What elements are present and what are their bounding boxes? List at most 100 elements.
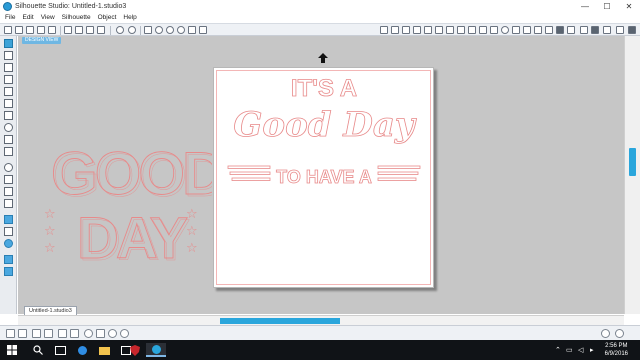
globe-icon[interactable]: [4, 239, 13, 248]
sketch-icon[interactable]: [523, 26, 531, 34]
freehand-tool-icon[interactable]: [4, 135, 13, 144]
redo-icon[interactable]: [128, 26, 136, 34]
send-to-back-icon[interactable]: [96, 329, 105, 338]
pan-hand-icon[interactable]: [144, 26, 152, 34]
rectangle-tool-icon[interactable]: [4, 111, 13, 120]
release-compound-path-icon[interactable]: [70, 329, 79, 338]
search-icon[interactable]: [28, 343, 48, 357]
line-tool-icon[interactable]: [4, 63, 13, 72]
file-explorer-icon[interactable]: [94, 343, 114, 357]
bring-to-front-icon[interactable]: [84, 329, 93, 338]
new-document-icon[interactable]: [4, 26, 12, 34]
knife-tool-icon[interactable]: [4, 187, 13, 196]
select-tool-icon[interactable]: [4, 39, 13, 48]
cut-icon[interactable]: [64, 26, 72, 34]
edit-points-icon[interactable]: [4, 51, 13, 60]
antivirus-shield-icon[interactable]: [125, 343, 145, 357]
zoom-out-icon[interactable]: [166, 26, 174, 34]
select-all-icon[interactable]: [6, 329, 15, 338]
design-view-tab[interactable]: DESIGN VIEW: [22, 37, 62, 44]
cut-settings-icon[interactable]: [603, 26, 611, 34]
layer-panel-icon[interactable]: [4, 267, 13, 276]
weld-icon[interactable]: [108, 329, 117, 338]
text-style-icon[interactable]: [457, 26, 465, 34]
arc-tool-icon[interactable]: [4, 99, 13, 108]
grid-icon[interactable]: [391, 26, 399, 34]
flag-icon[interactable]: ▸: [590, 346, 594, 354]
menu-object[interactable]: Object: [98, 14, 117, 21]
trace-icon[interactable]: [512, 26, 520, 34]
polygon-tool-icon[interactable]: [4, 75, 13, 84]
deselect-icon[interactable]: [18, 329, 27, 338]
mail-icon[interactable]: [4, 227, 13, 236]
curve-tool-icon[interactable]: [4, 87, 13, 96]
tray-chevron-icon[interactable]: ⌃: [555, 346, 561, 354]
page-artwork[interactable]: IT'S A Good Day TO HAVE A: [214, 68, 435, 289]
knife-icon[interactable]: [534, 26, 542, 34]
vertical-scroll-thumb[interactable]: [629, 148, 636, 176]
smooth-freehand-icon[interactable]: [4, 147, 13, 156]
close-button[interactable]: ✕: [618, 0, 640, 12]
menu-view[interactable]: View: [41, 14, 55, 21]
replicate-icon[interactable]: [479, 26, 487, 34]
make-compound-path-icon[interactable]: [58, 329, 67, 338]
menu-edit[interactable]: Edit: [22, 14, 33, 21]
windows-start-icon[interactable]: [4, 343, 20, 357]
open-folder-icon[interactable]: [15, 26, 23, 34]
ellipse-tool-icon[interactable]: [4, 123, 13, 132]
menu-help[interactable]: Help: [123, 14, 136, 21]
undo-icon[interactable]: [116, 26, 124, 34]
fill-color-icon[interactable]: [413, 26, 421, 34]
good-day-side-artwork[interactable]: GOOD GOOD DAY DAY ☆ ☆ ☆ ☆ ☆ ☆: [42, 132, 212, 262]
group-icon[interactable]: [32, 329, 41, 338]
gradient-icon[interactable]: [424, 26, 432, 34]
layers-icon[interactable]: [556, 26, 564, 34]
eraser-tool-icon[interactable]: [4, 163, 13, 172]
vertical-scrollbar[interactable]: [624, 36, 640, 314]
drag-zoom-icon[interactable]: [188, 26, 196, 34]
maximize-button[interactable]: ☐: [596, 0, 618, 12]
zoom-select-icon[interactable]: [177, 26, 185, 34]
modify-icon[interactable]: [490, 26, 498, 34]
grid-panel-icon[interactable]: [4, 255, 13, 264]
paste-icon[interactable]: [86, 26, 94, 34]
offset-bottom-icon[interactable]: [120, 329, 129, 338]
duplicate-icon[interactable]: [97, 26, 105, 34]
horizontal-scroll-thumb[interactable]: [220, 318, 340, 324]
document-tab[interactable]: Untitled-1.studio3: [24, 306, 77, 315]
store-icon[interactable]: [580, 26, 588, 34]
ungroup-icon[interactable]: [44, 329, 53, 338]
design-canvas[interactable]: DESIGN VIEW GOOD GOOD DAY DAY ☆ ☆ ☆ ☆ ☆ …: [18, 36, 624, 314]
eraser-icon[interactable]: [545, 26, 553, 34]
menu-file[interactable]: File: [5, 14, 15, 21]
offset-icon[interactable]: [501, 26, 509, 34]
line-color-icon[interactable]: [446, 26, 454, 34]
help-icon[interactable]: [615, 329, 624, 338]
send-panel-icon[interactable]: [591, 26, 599, 34]
cutting-mat-page[interactable]: IT'S A Good Day TO HAVE A: [213, 67, 434, 288]
fill-pattern-icon[interactable]: [435, 26, 443, 34]
minimize-button[interactable]: —: [574, 0, 596, 12]
taskbar-clock[interactable]: 2:56 PM 6/9/2016: [605, 342, 628, 358]
silhouette-studio-taskbar-icon[interactable]: [146, 343, 166, 357]
print-icon[interactable]: [37, 26, 45, 34]
copy-icon[interactable]: [75, 26, 83, 34]
pencil-tool-icon[interactable]: [4, 199, 13, 208]
network-icon[interactable]: ▭: [566, 346, 573, 354]
import-icon[interactable]: [4, 215, 13, 224]
fit-to-page-icon[interactable]: [199, 26, 207, 34]
menu-silhouette[interactable]: Silhouette: [62, 14, 91, 21]
task-view-icon[interactable]: [50, 343, 70, 357]
send-to-silhouette-icon[interactable]: [48, 26, 56, 34]
edge-browser-icon[interactable]: [72, 343, 92, 357]
page-up-arrow-icon[interactable]: [318, 53, 328, 63]
library-icon[interactable]: [567, 26, 575, 34]
volume-icon[interactable]: ◁: [578, 346, 583, 354]
text-tool-icon[interactable]: [4, 175, 13, 184]
save-icon[interactable]: [26, 26, 34, 34]
horizontal-scrollbar[interactable]: [18, 315, 624, 325]
page-setup-icon[interactable]: [380, 26, 388, 34]
design-view-icon[interactable]: [616, 26, 624, 34]
transform-icon[interactable]: [468, 26, 476, 34]
zoom-in-icon[interactable]: [155, 26, 163, 34]
